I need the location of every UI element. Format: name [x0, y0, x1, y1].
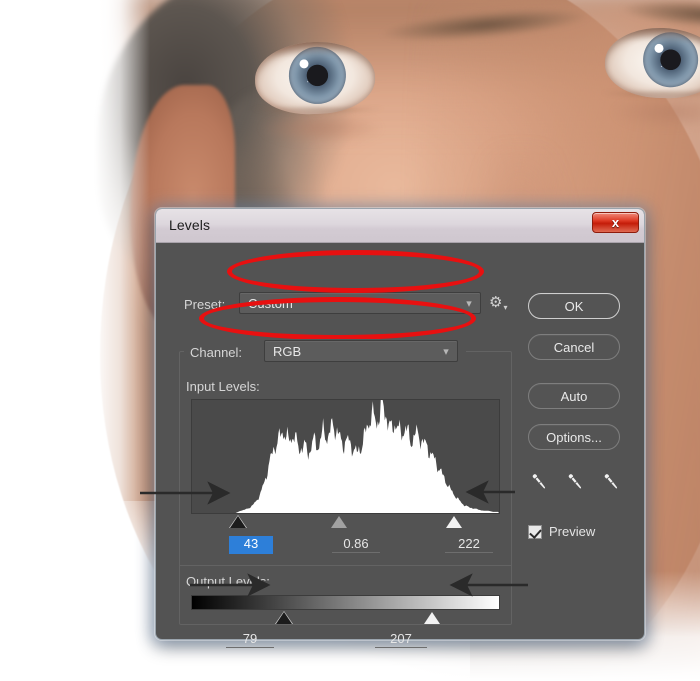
eye-glint-left [299, 59, 309, 69]
output-low-value[interactable]: 79 [226, 631, 274, 648]
preset-label: Preset: [184, 297, 226, 312]
eyedropper-group [528, 471, 628, 497]
output-high-slider[interactable] [424, 612, 440, 624]
screenshot-root: Levels x Preset: Custom ▾ ⚙▾ Channel: RG… [0, 0, 700, 681]
eye-glint-right [654, 43, 664, 54]
preview-row[interactable]: Preview [528, 524, 595, 539]
preset-value: Custom [248, 295, 293, 311]
channel-label: Channel: [190, 345, 243, 360]
gear-icon[interactable]: ⚙▾ [489, 293, 511, 313]
auto-button[interactable]: Auto [528, 383, 620, 409]
output-levels-label: Output Levels: [186, 574, 270, 589]
input-midtone-slider[interactable] [331, 516, 347, 528]
set-gray-point-eyedropper-icon[interactable] [564, 471, 586, 493]
dialog-title: Levels [169, 217, 211, 233]
input-highlight-slider[interactable] [446, 516, 462, 528]
input-midtone-value[interactable]: 0.86 [332, 536, 380, 553]
eyelid-left [253, 39, 375, 59]
levels-dialog: Levels x Preset: Custom ▾ ⚙▾ Channel: RG… [155, 208, 645, 648]
preset-dropdown[interactable]: Custom ▾ [239, 292, 481, 314]
chevron-down-icon: ▾ [466, 297, 472, 310]
close-icon[interactable]: x [592, 212, 639, 233]
lower-lash-left [250, 108, 385, 120]
output-slider-track [191, 610, 500, 628]
output-low-slider[interactable] [276, 612, 292, 624]
input-slider-track [191, 514, 500, 532]
gear-caret-icon: ▾ [503, 303, 508, 312]
histogram-svg [192, 400, 499, 513]
ok-button[interactable]: OK [528, 293, 620, 319]
output-high-value[interactable]: 207 [375, 631, 427, 648]
input-highlight-value[interactable]: 222 [445, 536, 493, 553]
channel-value: RGB [273, 343, 302, 359]
eyelid-right [605, 26, 700, 45]
chevron-down-icon: ▾ [443, 345, 449, 358]
input-shadow-value[interactable]: 43 [229, 536, 273, 554]
lower-lash-right [600, 92, 700, 104]
preview-label: Preview [549, 524, 596, 539]
output-gradient-bar [191, 595, 500, 610]
set-black-point-eyedropper-icon[interactable] [528, 471, 550, 493]
input-shadow-slider[interactable] [230, 516, 246, 528]
dialog-body: Preset: Custom ▾ ⚙▾ Channel: RGB ▾ Input… [156, 243, 644, 648]
dialog-titlebar[interactable]: Levels x [156, 209, 644, 243]
channel-dropdown[interactable]: RGB ▾ [264, 340, 458, 362]
cancel-button[interactable]: Cancel [528, 334, 620, 360]
input-levels-label: Input Levels: [186, 379, 260, 394]
preview-checkbox[interactable] [528, 524, 542, 539]
groupbox-divider [179, 565, 512, 566]
histogram-chart [191, 399, 500, 514]
set-white-point-eyedropper-icon[interactable] [600, 471, 622, 493]
options-button[interactable]: Options... [528, 424, 620, 450]
